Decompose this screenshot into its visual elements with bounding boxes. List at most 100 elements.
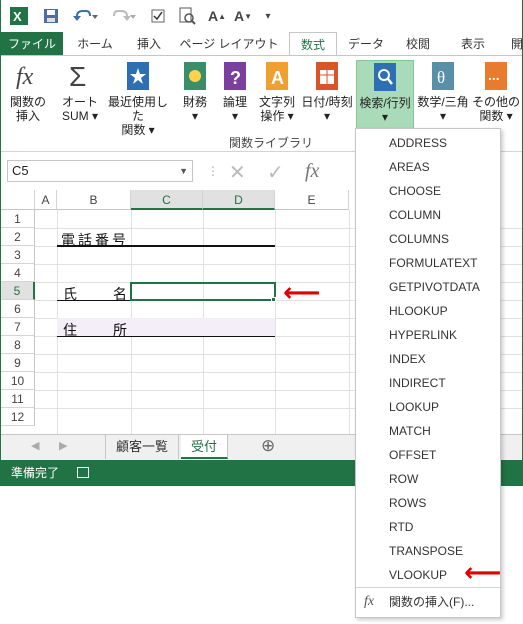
tab-view[interactable]: 表示: [451, 32, 495, 56]
tab-file[interactable]: ファイル: [1, 32, 63, 56]
date-time-button[interactable]: 日付/時刻 ▾: [299, 60, 355, 132]
cell-b2[interactable]: 電話番号: [61, 230, 129, 250]
menu-item[interactable]: COLUMNS: [356, 227, 500, 251]
row-header[interactable]: 6: [1, 300, 35, 318]
row-header[interactable]: 11: [1, 390, 35, 408]
formula-bar-grip: ⋮: [207, 164, 219, 178]
print-preview-icon[interactable]: [177, 6, 197, 26]
column-header-a[interactable]: A: [35, 190, 57, 210]
menu-item[interactable]: FORMULATEXT: [356, 251, 500, 275]
cell-b5-first[interactable]: 氏: [63, 284, 77, 304]
annotation-arrow-c5: ⟵: [283, 277, 321, 307]
tab-home[interactable]: ホーム: [69, 32, 121, 56]
cancel-icon[interactable]: ✕: [229, 160, 246, 185]
tab-developer[interactable]: 開: [507, 32, 522, 56]
row-header[interactable]: 8: [1, 336, 35, 354]
insert-function-button[interactable]: fx 関数の 挿入: [5, 60, 51, 132]
menu-item-insert-function[interactable]: fx 関数の挿入(F)...: [356, 590, 500, 614]
autosum-button[interactable]: Σ オート SUM ▾: [57, 60, 103, 132]
more-book-icon: ...: [482, 60, 510, 92]
checkbox-icon[interactable]: [149, 6, 167, 26]
sigma-icon: Σ: [66, 60, 94, 92]
autosum-label2: SUM ▾: [61, 109, 99, 123]
math-trig-button[interactable]: θ 数学/三角 ▾: [415, 60, 471, 132]
row-header[interactable]: 10: [1, 372, 35, 390]
more-functions-label2: 関数 ▾: [479, 109, 513, 123]
row-header[interactable]: 7: [1, 318, 35, 336]
menu-item[interactable]: HYPERLINK: [356, 323, 500, 347]
select-all-corner[interactable]: [1, 190, 35, 210]
lookup-reference-button[interactable]: 検索/行列 ▾: [356, 60, 414, 132]
sheet-tab-reception[interactable]: 受付: [181, 435, 229, 459]
chevron-down-icon[interactable]: ▼: [179, 161, 188, 181]
row-header[interactable]: 9: [1, 354, 35, 372]
selected-cell-c5[interactable]: [130, 282, 276, 301]
insert-function-icon[interactable]: fx: [305, 160, 319, 183]
menu-item[interactable]: GETPIVOTDATA: [356, 275, 500, 299]
menu-item[interactable]: CHOOSE: [356, 179, 500, 203]
menu-item[interactable]: ROWS: [356, 491, 500, 515]
recently-used-label: 最近使用した: [107, 95, 168, 123]
financial-button[interactable]: 財務 ▾: [175, 60, 215, 132]
qat-customize-icon[interactable]: ▾: [261, 6, 275, 26]
menu-item[interactable]: INDIRECT: [356, 371, 500, 395]
font-size-decrease-icon[interactable]: A ▼: [233, 6, 253, 26]
scroll-right-icon[interactable]: ▶: [59, 439, 67, 452]
logical-button[interactable]: ? 論理 ▾: [217, 60, 253, 132]
name-box[interactable]: C5 ▼: [7, 160, 193, 182]
font-size-increase-icon[interactable]: A ▲: [207, 6, 227, 26]
lookup-reference-label2: ▾: [381, 110, 389, 124]
column-header-c[interactable]: C: [131, 190, 203, 210]
undo-icon[interactable]: [71, 6, 99, 26]
menu-item[interactable]: ROW: [356, 467, 500, 491]
menu-item[interactable]: COLUMN: [356, 203, 500, 227]
menu-item[interactable]: OFFSET: [356, 443, 500, 467]
menu-item[interactable]: RTD: [356, 515, 500, 539]
cell-b7-last[interactable]: 所: [113, 320, 127, 340]
svg-text:fx: fx: [16, 64, 34, 90]
row-header[interactable]: 4: [1, 264, 35, 282]
tab-formulas[interactable]: 数式: [289, 32, 337, 56]
add-sheet-icon[interactable]: ⊕: [261, 436, 275, 456]
sheet-tab-customers[interactable]: 顧客一覧: [105, 435, 180, 459]
column-header-e[interactable]: E: [275, 190, 349, 210]
menu-item[interactable]: ADDRESS: [356, 131, 500, 155]
enter-icon[interactable]: ✓: [267, 160, 284, 185]
fill-handle[interactable]: [271, 297, 276, 302]
more-functions-button[interactable]: ... その他の 関数 ▾: [471, 60, 521, 132]
macro-record-icon[interactable]: [77, 467, 89, 478]
tab-page-layout[interactable]: ページ レイアウト: [177, 32, 281, 56]
column-header-b[interactable]: B: [57, 190, 131, 210]
text-label2: 操作 ▾: [260, 109, 294, 123]
svg-text:X: X: [13, 9, 22, 24]
menu-item[interactable]: INDEX: [356, 347, 500, 371]
row-header[interactable]: 12: [1, 408, 35, 426]
lookup-book-icon: [371, 61, 399, 93]
cell-b7-first[interactable]: 住: [63, 320, 77, 340]
row-header[interactable]: 3: [1, 246, 35, 264]
text-button[interactable]: A 文字列 操作 ▾: [255, 60, 299, 132]
menu-item[interactable]: MATCH: [356, 419, 500, 443]
scroll-left-icon[interactable]: ◀: [31, 439, 39, 452]
tab-review[interactable]: 校閲: [397, 32, 439, 56]
menu-item[interactable]: LOOKUP: [356, 395, 500, 419]
tab-insert[interactable]: 挿入: [127, 32, 171, 56]
function-fx-icon: fx: [14, 60, 42, 92]
redo-icon[interactable]: [109, 6, 137, 26]
menu-item[interactable]: HLOOKUP: [356, 299, 500, 323]
menu-item[interactable]: AREAS: [356, 155, 500, 179]
row-header[interactable]: 5: [1, 282, 35, 300]
autosum-label: オート: [61, 95, 98, 109]
recently-used-button[interactable]: 最近使用した 関数 ▾: [105, 60, 171, 137]
save-icon[interactable]: [41, 6, 61, 26]
row-header[interactable]: 2: [1, 228, 35, 246]
tab-data[interactable]: データ: [343, 32, 389, 56]
insert-function-label2: 挿入: [15, 109, 40, 123]
text-book-icon: A: [263, 60, 291, 92]
cell-b5-last[interactable]: 名: [113, 284, 127, 304]
menu-divider: [356, 587, 500, 588]
row-header[interactable]: 1: [1, 210, 35, 228]
more-functions-label: その他の: [471, 95, 520, 109]
column-header-d[interactable]: D: [203, 190, 275, 210]
function-fx-icon: fx: [364, 594, 375, 609]
